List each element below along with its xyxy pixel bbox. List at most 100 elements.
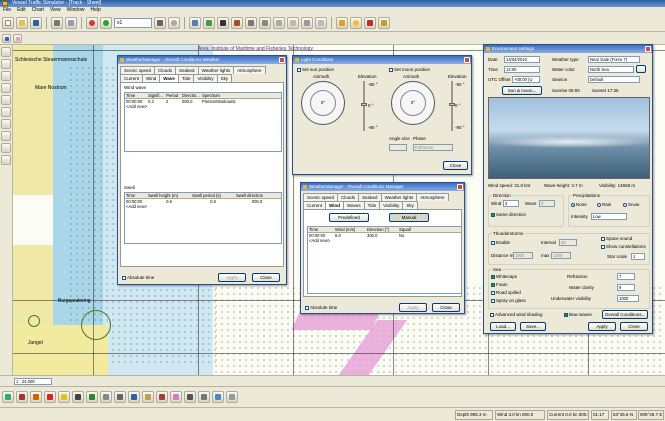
water-color-select[interactable]: North Sea bbox=[588, 66, 634, 73]
zoom-combo[interactable]: x1 bbox=[114, 17, 152, 28]
show-constellations-checkbox[interactable]: Show constellations bbox=[601, 244, 646, 249]
history-icon[interactable] bbox=[226, 391, 238, 403]
play-icon[interactable] bbox=[100, 16, 112, 29]
tab-current[interactable]: Current bbox=[303, 201, 327, 209]
apply-button[interactable]: Apply bbox=[588, 322, 616, 331]
slider-thumb[interactable] bbox=[361, 103, 367, 106]
table-cell[interactable]: 2 bbox=[165, 99, 181, 104]
table-row[interactable]: 00:00:00 0.6 0.6 000.0 bbox=[125, 199, 281, 204]
enable-thunder-checkbox[interactable]: Enable bbox=[491, 240, 510, 245]
checkbox-box[interactable] bbox=[491, 298, 495, 303]
tab-weather-lights[interactable]: Weather lights bbox=[380, 193, 418, 201]
radar-icon[interactable] bbox=[86, 391, 98, 403]
tools-icon[interactable] bbox=[301, 16, 313, 29]
column-header[interactable]: Period bbox=[165, 93, 181, 98]
route-icon[interactable] bbox=[231, 16, 243, 29]
phase-field[interactable]: Full moon bbox=[413, 144, 453, 151]
precip-rain-radio[interactable]: Rain bbox=[597, 202, 611, 207]
table-cell[interactable]: No bbox=[398, 233, 428, 238]
column-header[interactable]: Swell height (m) bbox=[147, 193, 191, 198]
save-icon[interactable] bbox=[30, 16, 42, 29]
table-cell[interactable]: PiersonMoskowitz bbox=[201, 99, 261, 104]
star-scale-field[interactable]: 1 bbox=[631, 253, 645, 260]
zoom-out-icon[interactable] bbox=[1, 59, 11, 69]
apply-button[interactable]: Apply bbox=[399, 303, 427, 312]
new-icon[interactable] bbox=[2, 16, 14, 29]
line-tool-icon[interactable] bbox=[1, 107, 11, 117]
buoy-icon[interactable] bbox=[44, 391, 56, 403]
menu-file[interactable]: File bbox=[3, 7, 11, 14]
preview-icon[interactable] bbox=[65, 16, 77, 29]
checkbox-box[interactable] bbox=[601, 236, 605, 241]
underwater-visibility-field[interactable]: 1000 bbox=[617, 295, 639, 302]
magnify-icon[interactable] bbox=[1, 83, 11, 93]
close-icon[interactable] bbox=[645, 46, 651, 52]
radio-dot[interactable] bbox=[623, 202, 627, 207]
checkbox-box[interactable] bbox=[491, 274, 495, 279]
close-button[interactable]: Close bbox=[252, 273, 280, 282]
weather-manager-title-bar[interactable]: WeatherManager - Overall Conditions Weat… bbox=[118, 56, 286, 64]
checkbox-box[interactable] bbox=[564, 312, 568, 317]
tab-visibility[interactable]: Visibility bbox=[379, 201, 404, 209]
column-header[interactable]: Swell period (s) bbox=[191, 193, 235, 198]
environment-settings-title-bar[interactable]: Environment settings bbox=[484, 45, 652, 53]
tab-seabed[interactable]: Seabed bbox=[175, 66, 199, 74]
angle-size-field[interactable] bbox=[389, 144, 407, 151]
close-icon[interactable] bbox=[464, 57, 470, 63]
column-header[interactable]: Wind (m/s) bbox=[334, 227, 366, 232]
set-moon-checkbox[interactable]: Set moon position bbox=[389, 67, 430, 72]
same-direction-checkbox[interactable]: Same direction bbox=[491, 212, 526, 217]
stop-icon[interactable] bbox=[168, 16, 180, 29]
checkbox-box[interactable] bbox=[491, 212, 495, 217]
moon-azimuth-dial[interactable]: 0° bbox=[391, 81, 435, 125]
zoom-icon[interactable] bbox=[259, 16, 271, 29]
space-sound-checkbox[interactable]: Space sound bbox=[601, 236, 632, 241]
anchor-icon[interactable] bbox=[72, 391, 84, 403]
radio-dot[interactable] bbox=[571, 202, 575, 207]
checkbox-box[interactable] bbox=[122, 275, 126, 280]
time-field[interactable]: 12:00 bbox=[504, 66, 540, 73]
column-header[interactable]: Time bbox=[308, 227, 334, 232]
edit-tool-icon[interactable] bbox=[1, 119, 11, 129]
table-cell[interactable]: 0.3 bbox=[147, 99, 165, 104]
absolute-time-checkbox[interactable]: Absolute time bbox=[305, 305, 337, 310]
menu-window[interactable]: Window bbox=[67, 7, 85, 14]
tab-atmosphere[interactable]: Atmosphere bbox=[416, 193, 449, 201]
sun-azimuth-dial[interactable]: 0° bbox=[301, 81, 345, 125]
predefined-button[interactable]: Predefined bbox=[329, 213, 369, 222]
save-button[interactable]: Save... bbox=[520, 322, 546, 331]
wind-table[interactable]: Time Wind (m/s) Direction (°) Squall 00:… bbox=[307, 226, 462, 294]
manual-button[interactable]: Manual bbox=[389, 213, 429, 222]
ship-tool-icon[interactable] bbox=[2, 391, 14, 403]
tab-wave[interactable]: Wave bbox=[159, 74, 179, 82]
table-row[interactable]: 00:00:00 0.3 2 000.0 PiersonMoskowitz bbox=[125, 99, 281, 104]
checkbox-box[interactable] bbox=[491, 282, 495, 287]
tab-weather-lights[interactable]: Weather lights bbox=[197, 66, 235, 74]
cursor-icon[interactable] bbox=[184, 391, 196, 403]
add-new-row[interactable]: <Add new> bbox=[308, 238, 461, 243]
lighthouse-icon[interactable] bbox=[58, 391, 70, 403]
advanced-shading-checkbox[interactable]: Advanced wind shading bbox=[490, 312, 543, 317]
sun-moon-button[interactable]: Sun & moon... bbox=[502, 86, 542, 95]
column-header[interactable]: Spectrum bbox=[201, 93, 261, 98]
absolute-time-checkbox[interactable]: Absolute time bbox=[122, 275, 154, 280]
column-header[interactable]: Time bbox=[125, 93, 147, 98]
table-cell[interactable]: 0.6 bbox=[191, 199, 235, 204]
measure-icon[interactable] bbox=[273, 16, 285, 29]
table-cell[interactable]: 000.0 bbox=[181, 99, 201, 104]
add-new-cell[interactable]: <Add new> bbox=[125, 104, 148, 109]
wind-wave-table[interactable]: Time Signifi... Period Directio... Spect… bbox=[124, 92, 282, 152]
menu-edit[interactable]: Edit bbox=[17, 7, 26, 14]
wind-direction-field[interactable]: 3 bbox=[503, 200, 519, 207]
date-field[interactable]: 14/04/2010 bbox=[504, 56, 540, 63]
zone-tool-icon[interactable] bbox=[170, 391, 182, 403]
checkbox-box[interactable] bbox=[491, 290, 495, 295]
tab-clouds[interactable]: Clouds bbox=[337, 193, 360, 201]
marker-icon[interactable] bbox=[1, 95, 11, 105]
compass-icon[interactable] bbox=[156, 391, 168, 403]
tab-wind[interactable]: Wind bbox=[325, 201, 344, 209]
route-tool-icon[interactable] bbox=[16, 391, 28, 403]
column-header[interactable]: Time bbox=[125, 193, 147, 198]
tab-sky[interactable]: Sky bbox=[216, 74, 233, 82]
weather-icon[interactable] bbox=[336, 16, 348, 29]
